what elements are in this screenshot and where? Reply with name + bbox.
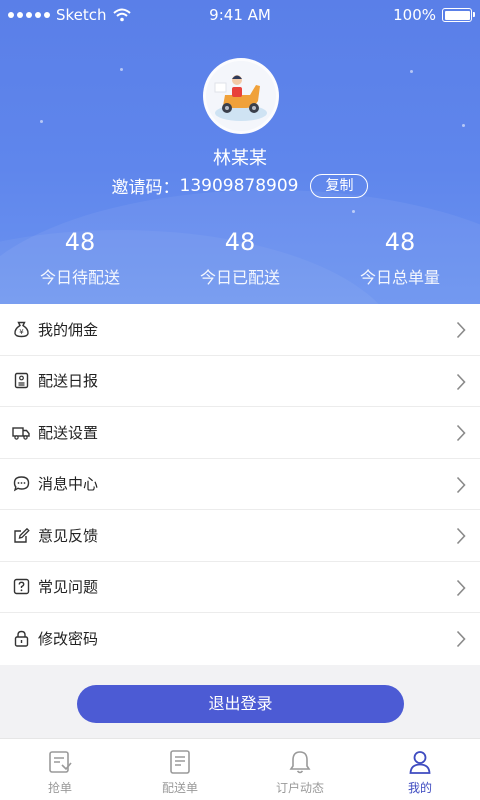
chevron-right-icon	[456, 321, 466, 339]
menu-item-label: 修改密码	[38, 630, 99, 649]
tab-grab-order[interactable]: 抢单	[0, 739, 120, 800]
stat-pending-delivery[interactable]: 48 今日待配送	[0, 226, 160, 288]
profile-header: Sketch 9:41 AM 100% 林某某 邀请码： 13909878909…	[0, 0, 480, 304]
stat-value: 48	[224, 228, 256, 256]
tab-label: 订户动态	[275, 781, 324, 795]
user-name: 林某某	[213, 148, 267, 169]
menu-item-delivery-settings[interactable]: 配送设置	[0, 407, 480, 459]
status-bar: Sketch 9:41 AM 100%	[0, 0, 480, 30]
delivery-truck-icon	[12, 423, 30, 441]
svg-text:¥: ¥	[19, 328, 24, 336]
menu-item-daily-report[interactable]: 配送日报	[0, 356, 480, 407]
question-icon	[12, 578, 30, 596]
invite-code-row: 邀请码： 13909878909 复制	[0, 173, 480, 198]
star-decoration	[462, 124, 465, 127]
menu-item-feedback[interactable]: 意见反馈	[0, 510, 480, 562]
invite-code-label: 邀请码：	[111, 178, 180, 198]
copy-button[interactable]: 复制	[310, 173, 369, 198]
bell-icon	[289, 751, 311, 774]
menu-item-label: 配送设置	[38, 423, 99, 442]
star-decoration	[410, 70, 413, 73]
tab-label: 我的	[407, 781, 432, 795]
menu-item-label: 意见反馈	[38, 526, 99, 545]
tab-mine[interactable]: 我的	[360, 739, 480, 800]
chevron-right-icon	[456, 424, 466, 442]
tab-delivery-list[interactable]: 配送单	[120, 739, 240, 800]
tab-label: 抢单	[47, 781, 72, 795]
message-icon	[12, 475, 30, 493]
invite-code-value: 13909878909	[179, 175, 299, 196]
battery-icon	[442, 8, 475, 22]
chevron-right-icon	[456, 579, 466, 596]
report-icon	[12, 372, 30, 390]
stat-delivered[interactable]: 48 今日已配送	[160, 226, 320, 288]
stat-label: 今日总单量	[359, 268, 440, 287]
delivery-list-icon	[170, 750, 190, 774]
stat-total-orders[interactable]: 48 今日总单量	[320, 226, 480, 288]
grab-order-icon	[49, 751, 72, 773]
star-decoration	[40, 120, 43, 123]
avatar[interactable]	[203, 58, 279, 134]
menu-item-label: 我的佣金	[38, 320, 99, 339]
stat-value: 48	[64, 228, 96, 256]
star-decoration	[352, 210, 355, 213]
chevron-right-icon	[456, 373, 466, 390]
menu-item-label: 常见问题	[38, 578, 99, 597]
stat-value: 48	[384, 228, 416, 256]
scooter-rider-icon	[214, 75, 267, 121]
tab-subscriber-updates[interactable]: 订户动态	[240, 739, 360, 800]
today-stats: 48 今日待配送 48 今日已配送 48 今日总单量	[0, 226, 480, 288]
profile-menu: ¥ 我的佣金 配送日报 配送设置 消息中心 意见反馈 常见问题 修改密码	[0, 304, 480, 665]
menu-item-faq[interactable]: 常见问题	[0, 562, 480, 613]
stat-label: 今日已配送	[199, 268, 280, 287]
battery-percent: 100%	[393, 6, 436, 24]
chevron-right-icon	[456, 630, 466, 648]
menu-item-change-password[interactable]: 修改密码	[0, 613, 480, 665]
user-icon	[409, 751, 431, 774]
logout-button[interactable]: 退出登录	[77, 685, 404, 723]
menu-item-message-center[interactable]: 消息中心	[0, 459, 480, 510]
menu-item-label: 配送日报	[38, 372, 99, 391]
tab-label: 配送单	[161, 781, 198, 795]
menu-item-commission[interactable]: ¥ 我的佣金	[0, 304, 480, 356]
menu-item-label: 消息中心	[38, 475, 99, 494]
edit-icon	[12, 526, 30, 544]
chevron-right-icon	[456, 527, 466, 545]
chevron-right-icon	[456, 476, 466, 493]
star-decoration	[120, 68, 123, 71]
lock-icon	[12, 630, 30, 648]
bottom-tab-bar: 抢单 配送单 订户动态 我的	[0, 738, 480, 800]
stat-label: 今日待配送	[39, 268, 120, 287]
money-bag-icon: ¥	[12, 320, 30, 338]
